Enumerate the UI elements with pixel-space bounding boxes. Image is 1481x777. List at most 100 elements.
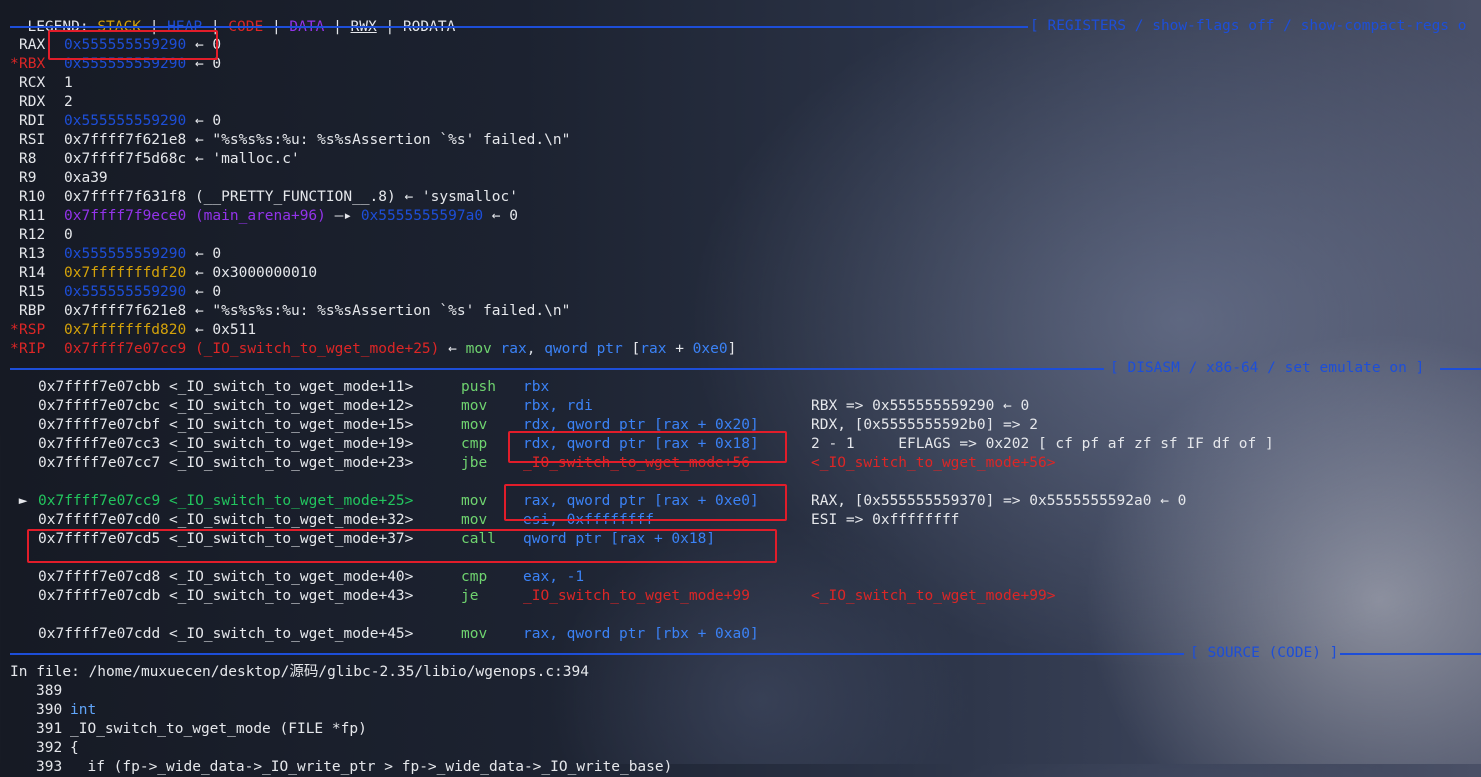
disasm-header: [ DISASM / x86-64 / set emulate on ] xyxy=(1110,360,1425,376)
disasm-address: 0x7ffff7e07cc9 <_IO_switch_to_wget_mode+… xyxy=(38,493,414,509)
registers-header: [ REGISTERS / show-flags off / show-comp… xyxy=(1030,18,1467,34)
disasm-address: 0x7ffff7e07cc3 <_IO_switch_to_wget_mode+… xyxy=(38,436,414,452)
source-line: 390 int xyxy=(10,701,96,720)
register-instruction: mov rax, qword ptr [rax + 0xe0] xyxy=(465,341,737,357)
disasm-row[interactable]: 0x7ffff7e07cd0 <_IO_switch_to_wget_mode+… xyxy=(10,511,959,530)
disasm-opcode: je xyxy=(461,588,479,604)
register-row: *RSP 0x7fffffffd820 ← 0x511 xyxy=(10,321,256,340)
separator-line xyxy=(1340,653,1481,655)
separator-line xyxy=(10,653,1184,655)
disasm-address: 0x7ffff7e07cd0 <_IO_switch_to_wget_mode+… xyxy=(38,512,414,528)
source-line: 393 if (fp->_wide_data->_IO_write_ptr > … xyxy=(10,758,672,777)
disasm-operands: _IO_switch_to_wget_mode+99 xyxy=(523,588,750,604)
register-deref: ← 0x511 xyxy=(186,322,257,338)
register-deref: ← 0 xyxy=(186,113,222,129)
disasm-row[interactable]: 0x7ffff7e07cbb <_IO_switch_to_wget_mode+… xyxy=(10,378,811,397)
register-row: RDX 2 xyxy=(10,93,73,112)
source-code: { xyxy=(70,740,79,756)
register-deref: ← 'malloc.c' xyxy=(186,151,300,167)
register-name: RBP xyxy=(19,303,46,319)
register-deref: ← "%s%s%s:%u: %s%sAssertion `%s' failed.… xyxy=(186,303,571,319)
disasm-address: 0x7ffff7e07cbc <_IO_switch_to_wget_mode+… xyxy=(38,398,414,414)
source-line-number: 392 xyxy=(36,740,63,756)
register-value: 0xa39 xyxy=(64,170,108,186)
disasm-separator: [ DISASM / x86-64 / set emulate on ] xyxy=(10,359,1481,378)
register-row: RSI 0x7ffff7f621e8 ← "%s%s%s:%u: %s%sAsse… xyxy=(10,131,570,150)
register-value: 0x7ffff7f621e8 xyxy=(64,132,187,148)
register-deref: ← 0x3000000010 xyxy=(186,265,318,281)
disasm-annotation: <_IO_switch_to_wget_mode+56> xyxy=(811,455,1056,471)
highlight-rax-value xyxy=(48,30,218,60)
register-name: RSP xyxy=(19,322,46,338)
separator-line xyxy=(1440,368,1481,370)
highlight-mov-operand xyxy=(504,484,787,521)
register-deref: ← 0 xyxy=(483,208,518,224)
register-name: RDI xyxy=(19,113,46,129)
disasm-row[interactable]: 0x7ffff7e07cdd <_IO_switch_to_wget_mode+… xyxy=(10,625,811,644)
register-value: 0x7fffffffdf20 xyxy=(64,265,187,281)
register-name: RDX xyxy=(19,94,46,110)
register-name: R11 xyxy=(19,208,46,224)
register-value: 0x7ffff7f631f8 xyxy=(64,189,187,205)
register-changed-mark: * xyxy=(10,341,19,357)
disasm-annotation: <_IO_switch_to_wget_mode+99> xyxy=(811,588,1056,604)
register-row: R14 0x7fffffffdf20 ← 0x3000000010 xyxy=(10,264,317,283)
register-value: 0 xyxy=(64,227,73,243)
disasm-operands: eax, -1 xyxy=(523,569,585,585)
register-name: R9 xyxy=(19,170,37,186)
register-row: R15 0x555555559290 ← 0 xyxy=(10,283,221,302)
register-value: 0x555555559290 xyxy=(64,246,187,262)
register-value: 0x555555559290 xyxy=(64,113,187,129)
separator-line xyxy=(10,26,1028,28)
current-instruction-arrow: ► xyxy=(10,493,28,509)
source-code: int xyxy=(70,702,97,718)
separator-line xyxy=(10,368,1104,370)
register-name: R13 xyxy=(19,246,46,262)
disasm-address: 0x7ffff7e07cd8 <_IO_switch_to_wget_mode+… xyxy=(38,569,414,585)
register-deref: —▸ xyxy=(325,208,361,224)
register-name: R10 xyxy=(19,189,46,205)
registers-separator: [ REGISTERS / show-flags off / show-comp… xyxy=(10,17,1481,36)
disasm-annotation: ESI => 0xffffffff xyxy=(811,512,960,528)
source-line: 391 _IO_switch_to_wget_mode (FILE *fp) xyxy=(10,720,367,739)
register-row: RBP 0x7ffff7f621e8 ← "%s%s%s:%u: %s%sAsse… xyxy=(10,302,570,321)
register-changed-mark: * xyxy=(10,56,19,72)
register-value: 2 xyxy=(64,94,73,110)
register-name: R8 xyxy=(19,151,37,167)
disasm-annotation: RAX, [0x555555559370] => 0x5555555592a0 … xyxy=(811,493,1187,509)
disasm-opcode: push xyxy=(461,379,496,395)
source-line-number: 390 xyxy=(36,702,63,718)
disasm-address: 0x7ffff7e07cbf <_IO_switch_to_wget_mode+… xyxy=(38,417,414,433)
disasm-row[interactable]: 0x7ffff7e07cdb <_IO_switch_to_wget_mode+… xyxy=(10,587,1055,606)
source-code: _IO_switch_to_wget_mode (FILE *fp) xyxy=(70,721,367,737)
disasm-address: 0x7ffff7e07cc7 <_IO_switch_to_wget_mode+… xyxy=(38,455,414,471)
disasm-annotation: RBX => 0x555555559290 ← 0 xyxy=(811,398,1030,414)
disasm-operands: rbx xyxy=(523,379,550,395)
register-value: 0x7ffff7f9ece0 (main_arena+96) xyxy=(64,208,326,224)
register-name: RIP xyxy=(19,341,46,357)
register-row: R10 0x7ffff7f631f8 (__PRETTY_FUNCTION__.8… xyxy=(10,188,518,207)
disasm-opcode: cmp xyxy=(461,569,488,585)
disasm-row[interactable]: 0x7ffff7e07cd8 <_IO_switch_to_wget_mode+… xyxy=(10,568,811,587)
source-header: [ SOURCE (CODE) ] xyxy=(1190,645,1339,661)
register-name: RCX xyxy=(19,75,46,91)
register-deref: ← 0 xyxy=(186,246,222,262)
source-separator: [ SOURCE (CODE) ] xyxy=(10,644,1481,663)
highlight-call-line xyxy=(27,529,777,563)
source-line: 392 { xyxy=(10,739,79,758)
register-deref: ← 0 xyxy=(186,284,222,300)
register-value: 1 xyxy=(64,75,73,91)
source-line-number: 393 xyxy=(36,759,63,775)
register-changed-mark: * xyxy=(10,322,19,338)
register-value: 0x7ffff7e07cc9 (_IO_switch_to_wget_mode+… xyxy=(64,341,440,357)
disasm-annotation: 2 - 1 EFLAGS => 0x202 [ cf pf af zf sf I… xyxy=(811,436,1274,452)
register-deref: ← xyxy=(439,341,466,357)
register-row: RCX 1 xyxy=(10,74,73,93)
register-name: R14 xyxy=(19,265,46,281)
register-row: R8 0x7ffff7f5d68c ← 'malloc.c' xyxy=(10,150,300,169)
legend-bar: LEGEND: STACK | HEAP | CODE | DATA | RWX… xyxy=(10,0,455,35)
disasm-address: 0x7ffff7e07cbb <_IO_switch_to_wget_mode+… xyxy=(38,379,414,395)
disasm-row[interactable]: 0x7ffff7e07cbc <_IO_switch_to_wget_mode+… xyxy=(10,397,1029,416)
register-name: R12 xyxy=(19,227,46,243)
disasm-operands: rax, qword ptr [rbx + 0xa0] xyxy=(523,626,759,642)
